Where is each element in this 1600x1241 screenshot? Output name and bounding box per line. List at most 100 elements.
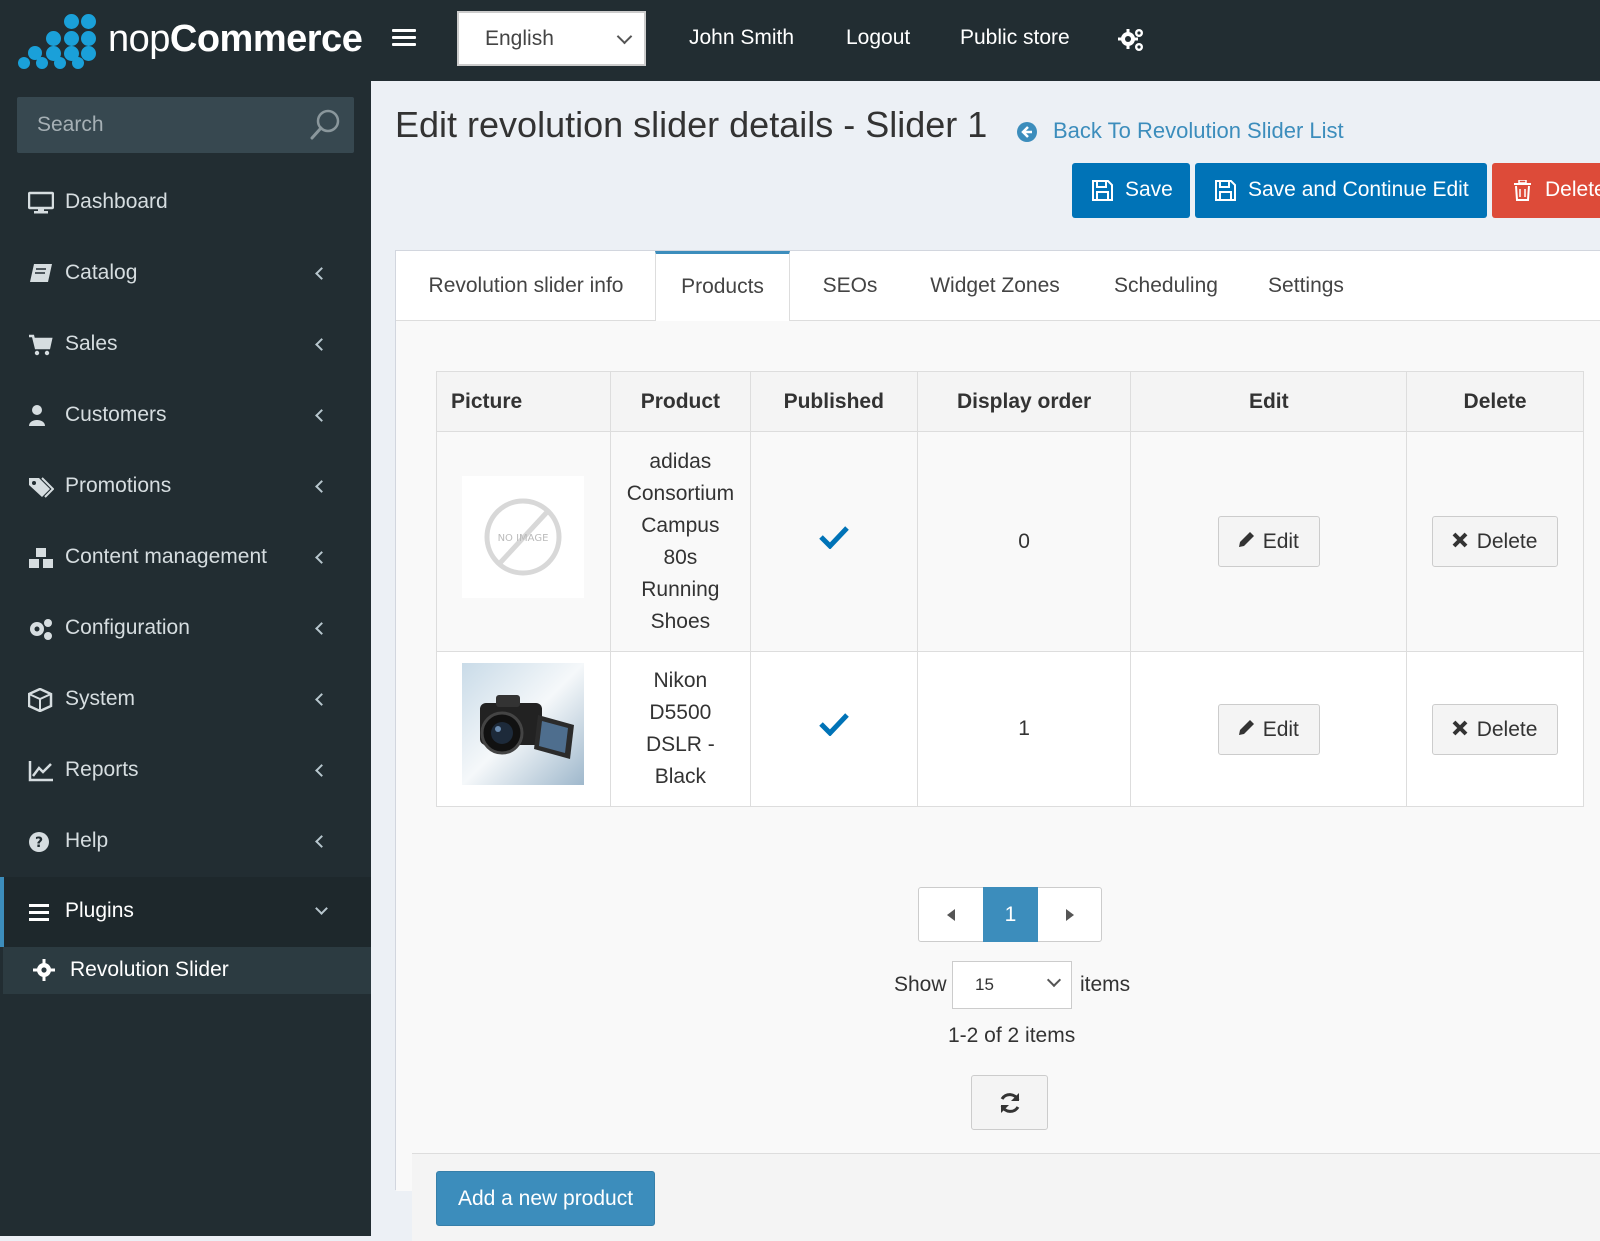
- caret-right-icon: [1066, 909, 1074, 921]
- back-to-list-link[interactable]: Back To Revolution Slider List: [1017, 118, 1344, 144]
- edit-button-label: Edit: [1262, 717, 1299, 741]
- sidebar-item-promotions[interactable]: Promotions: [0, 452, 371, 522]
- svg-text:?: ?: [35, 835, 43, 851]
- edit-row-button[interactable]: Edit: [1217, 703, 1320, 755]
- tab-seos[interactable]: SEOs: [800, 251, 900, 321]
- sidebar-item-label: System: [65, 687, 136, 710]
- sidebar-toggle-icon[interactable]: [392, 26, 416, 50]
- sidebar-item-dashboard[interactable]: Dashboard: [0, 168, 371, 238]
- sidebar: Dashboard Catalog Sales Customers Promot…: [0, 81, 371, 1236]
- sidebar-item-label: Reports: [65, 758, 139, 781]
- product-name-line: DSLR -: [645, 733, 715, 756]
- product-cell: adidas Consortium Campus 80s Running Sho…: [609, 431, 751, 652]
- product-name-line: Campus: [641, 513, 720, 537]
- language-select-value: English: [485, 27, 554, 50]
- display-order-cell: 1: [916, 651, 1132, 807]
- sidebar-item-label: Dashboard: [65, 190, 168, 213]
- tab-products[interactable]: Products: [655, 251, 790, 322]
- product-name-line: 80s: [663, 545, 698, 569]
- page-number-current[interactable]: 1: [983, 887, 1038, 942]
- sidebar-item-label: Help: [65, 829, 109, 852]
- pagination: 1: [918, 887, 1102, 942]
- edit-button-label: Edit: [1262, 530, 1299, 553]
- sidebar-item-content-management[interactable]: Content management: [0, 523, 371, 593]
- product-cell: Nikon D5500 DSLR - Black: [609, 651, 751, 807]
- product-name-line: Nikon: [653, 669, 708, 692]
- nopcommerce-logo[interactable]: nopCommerce: [18, 12, 363, 70]
- sidebar-item-label: Plugins: [65, 899, 134, 922]
- next-page-button[interactable]: [1038, 888, 1102, 941]
- monitor-icon: [28, 191, 54, 214]
- delete-row-button[interactable]: Delete: [1431, 516, 1559, 567]
- edit-row-button[interactable]: Edit: [1217, 516, 1320, 567]
- product-name-line: Shoes: [650, 609, 711, 633]
- sidebar-item-sales[interactable]: Sales: [0, 310, 371, 380]
- previous-page-button[interactable]: [919, 888, 983, 941]
- delete-cell: Delete: [1406, 431, 1584, 652]
- gear-icon: [33, 959, 55, 981]
- show-label: Show: [894, 973, 947, 996]
- search-icon[interactable]: [308, 108, 342, 142]
- save-button-label: Save: [1125, 178, 1173, 201]
- language-select[interactable]: English: [457, 11, 646, 66]
- checkmark-icon: [819, 525, 849, 550]
- sidebar-item-configuration[interactable]: Configuration: [0, 594, 371, 664]
- delete-button-label: Delete: [1545, 178, 1600, 201]
- tab-scheduling[interactable]: Scheduling: [1096, 251, 1236, 321]
- sidebar-item-help[interactable]: ? Help: [0, 807, 371, 877]
- top-navbar: nopCommerce English John Smith Logout Pu…: [0, 0, 1600, 81]
- sidebar-item-catalog[interactable]: Catalog: [0, 239, 371, 309]
- page-title: Edit revolution slider details - Slider …: [395, 104, 988, 145]
- public-store-link[interactable]: Public store: [960, 26, 1070, 50]
- refresh-button[interactable]: [971, 1075, 1048, 1130]
- delete-row-button[interactable]: Delete: [1431, 703, 1559, 755]
- sidebar-item-system[interactable]: System: [0, 665, 371, 735]
- products-grid: Picture Product Published Display order …: [436, 371, 1584, 807]
- delete-button[interactable]: Delete: [1492, 163, 1600, 218]
- chevron-left-icon: [315, 622, 328, 635]
- user-icon: [29, 405, 45, 426]
- cube-icon: [28, 688, 53, 712]
- published-cell: [749, 431, 918, 652]
- add-new-product-button[interactable]: Add a new product: [436, 1171, 655, 1226]
- tabs-bar: Revolution slider info Products SEOs Wid…: [396, 251, 1600, 322]
- display-order-cell: 0: [916, 431, 1132, 652]
- sidebar-item-customers[interactable]: Customers: [0, 381, 371, 451]
- edit-panel: Revolution slider info Products SEOs Wid…: [395, 250, 1600, 1241]
- search-input[interactable]: [17, 97, 297, 153]
- column-header-edit: Edit: [1130, 371, 1408, 432]
- trash-icon: [1514, 180, 1531, 201]
- gears-icon[interactable]: [1118, 26, 1146, 54]
- svg-text:NO IMAGE: NO IMAGE: [498, 533, 549, 544]
- tab-revolution-slider-info[interactable]: Revolution slider info: [396, 251, 656, 321]
- table-row: Nikon D5500 DSLR - Black 1 Edit Delete: [436, 651, 1584, 807]
- column-header-published[interactable]: Published: [749, 371, 918, 432]
- page-size-select[interactable]: 15: [952, 961, 1072, 1009]
- user-name-link[interactable]: John Smith: [689, 26, 794, 50]
- delete-button-label: Delete: [1476, 717, 1538, 741]
- chevron-left-icon: [315, 551, 328, 564]
- chevron-left-icon: [315, 267, 328, 280]
- sidebar-item-reports[interactable]: Reports: [0, 736, 371, 806]
- sidebar-item-plugins[interactable]: Plugins: [0, 877, 371, 947]
- table-row: NO IMAGE adidas Consortium Campus 80s Ru…: [436, 431, 1584, 652]
- tags-icon: [29, 477, 54, 498]
- column-header-picture[interactable]: Picture: [436, 371, 611, 432]
- column-header-display-order[interactable]: Display order: [916, 371, 1132, 432]
- logo-text: nopCommerce: [108, 18, 363, 60]
- chevron-left-icon: [315, 693, 328, 706]
- refresh-icon: [1000, 1093, 1020, 1113]
- save-continue-button[interactable]: Save and Continue Edit: [1195, 163, 1487, 218]
- picture-cell: NO IMAGE: [436, 431, 611, 652]
- chart-icon: [28, 761, 53, 782]
- pencil-icon: [1238, 532, 1254, 548]
- chevron-left-icon: [315, 764, 328, 777]
- tab-settings[interactable]: Settings: [1256, 251, 1356, 321]
- logout-link[interactable]: Logout: [846, 26, 910, 50]
- column-header-product[interactable]: Product: [609, 371, 751, 432]
- save-button[interactable]: Save: [1072, 163, 1190, 218]
- grid-header-row: Picture Product Published Display order …: [436, 371, 1584, 432]
- sidebar-subitem-revolution-slider[interactable]: Revolution Slider: [3, 947, 371, 994]
- tab-widget-zones[interactable]: Widget Zones: [914, 251, 1076, 321]
- delete-cell: Delete: [1406, 651, 1584, 807]
